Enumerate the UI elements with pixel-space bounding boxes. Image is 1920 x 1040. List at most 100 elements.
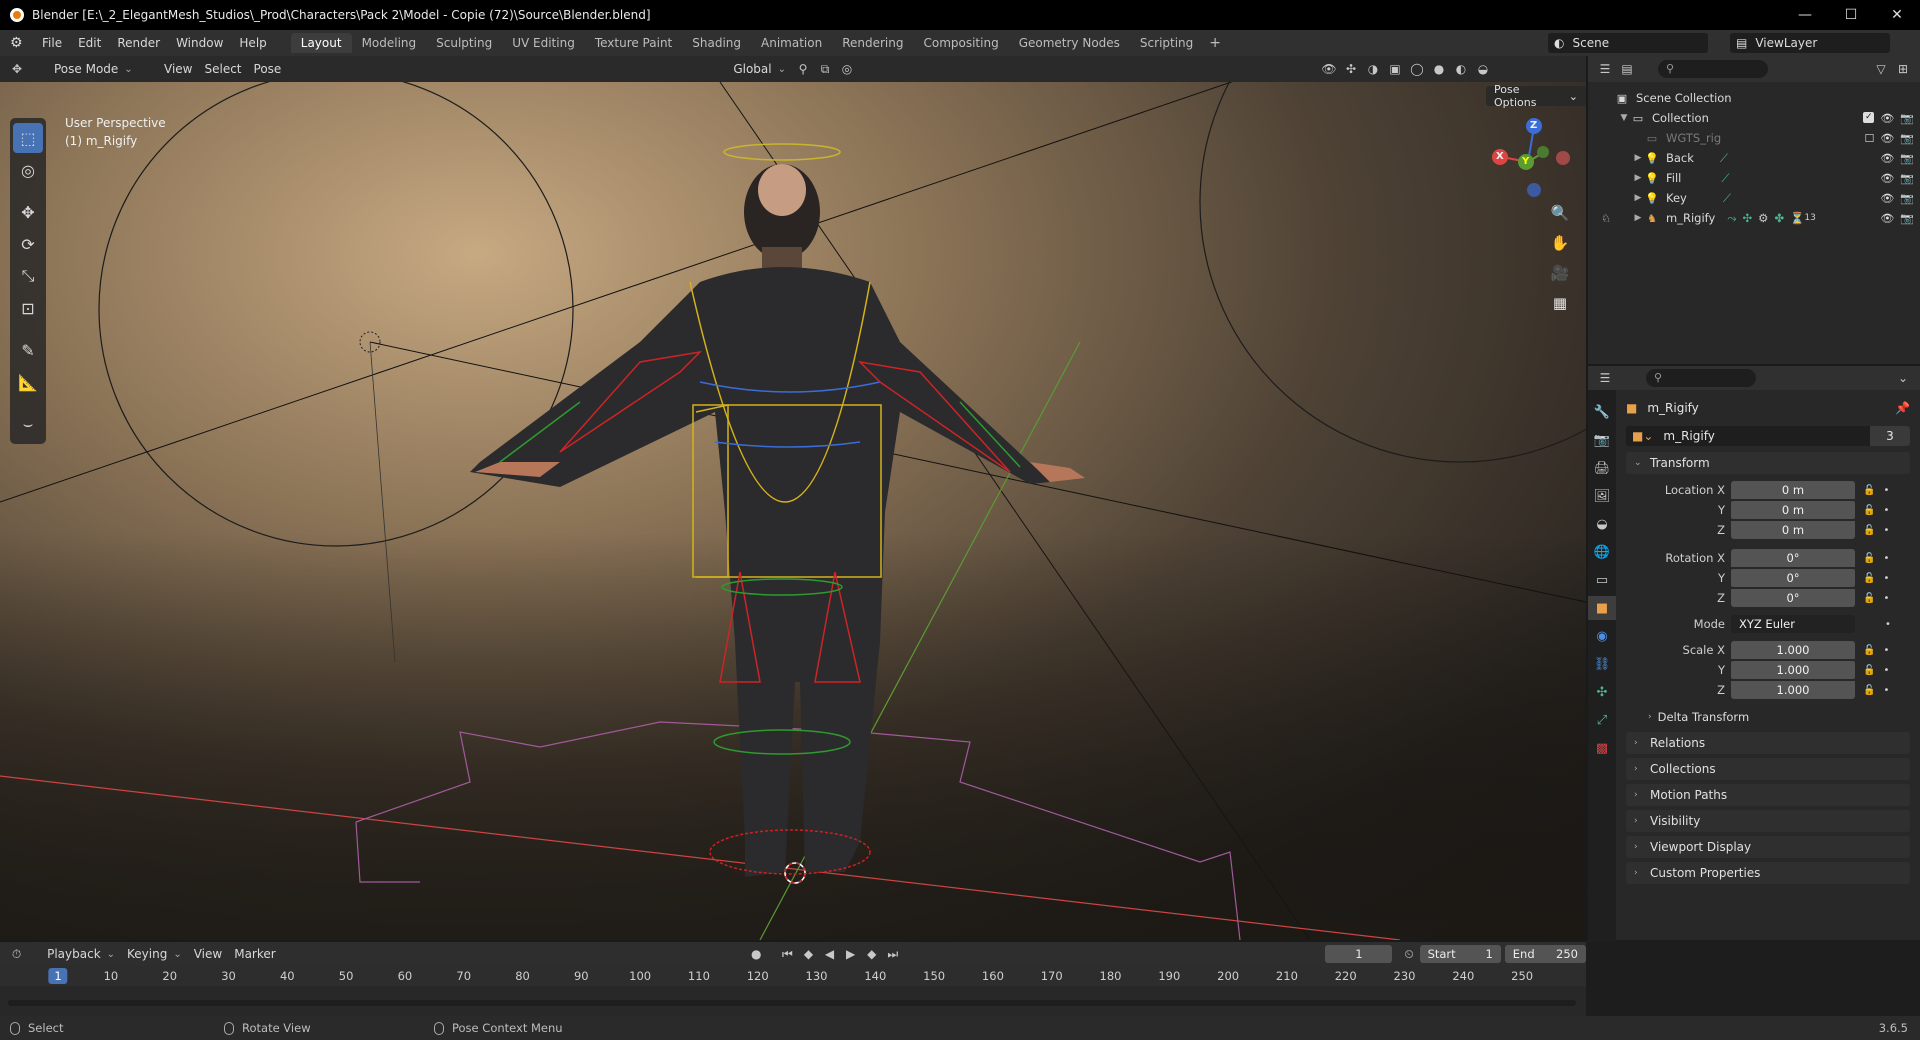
keyframe-dot-icon[interactable]: • [1883, 665, 1889, 676]
expand-triangle-icon[interactable]: ▼ [1618, 113, 1630, 123]
play-icon[interactable]: ▶ [840, 944, 861, 964]
camera-icon[interactable]: 📷 [1900, 192, 1914, 205]
scale-y-field[interactable]: 1.000 [1731, 661, 1855, 679]
lock-icon[interactable]: 🔓 [1863, 485, 1875, 496]
lock-icon[interactable]: 🔓 [1863, 553, 1875, 564]
texture-tab-icon[interactable]: ▩ [1588, 736, 1616, 760]
bone-tab-icon[interactable]: ⤢ [1588, 708, 1616, 732]
visibility-panel-header[interactable]: › Visibility [1626, 810, 1910, 832]
outliner-collection[interactable]: ▼ ▭ Collection ✓ 👁 📷 [1588, 108, 1920, 128]
keyframe-dot-icon[interactable]: • [1883, 645, 1889, 656]
relax-pose-tool-icon[interactable]: ⌣ [13, 409, 43, 439]
maximize-button[interactable]: ☐ [1828, 0, 1874, 30]
eye-icon[interactable]: 👁 [1880, 212, 1894, 225]
delta-transform-header[interactable]: › Delta Transform [1626, 706, 1910, 728]
menu-pose[interactable]: Pose [248, 59, 288, 79]
camera-icon[interactable]: 📷 [1900, 212, 1914, 225]
tab-scripting[interactable]: Scripting [1130, 33, 1203, 53]
move-tool-icon[interactable]: ✥ [13, 197, 43, 227]
keyframe-dot-icon[interactable]: • [1883, 573, 1889, 584]
checkbox-icon[interactable]: ✓ [1863, 111, 1875, 123]
menu-render[interactable]: Render [109, 36, 168, 50]
play-reverse-icon[interactable]: ◀ [819, 944, 840, 964]
menu-timeline-view[interactable]: View [188, 944, 228, 964]
collection-tab-icon[interactable]: ▭ [1588, 568, 1616, 592]
display-mode-icon[interactable]: ▤ [1616, 59, 1638, 79]
tab-modeling[interactable]: Modeling [352, 33, 427, 53]
chevron-down-icon[interactable]: ⌄ [1892, 368, 1914, 388]
menu-help[interactable]: Help [231, 36, 274, 50]
frame-ruler[interactable]: 1 10 20 30 40 50 60 70 80 90 100 110 120 130 140 150 16… [0, 966, 1586, 986]
new-collection-icon[interactable]: ⊞ [1892, 59, 1914, 79]
jump-keyframe-back-icon[interactable]: ◆ [798, 944, 819, 964]
object-datablock-field[interactable]: ■⌄ m_Rigify 3 [1626, 426, 1910, 446]
properties-search-input[interactable]: ⚲ [1646, 369, 1756, 387]
tab-uv-editing[interactable]: UV Editing [502, 33, 585, 53]
keyframe-dot-icon[interactable]: • [1883, 485, 1889, 496]
proportional-edit-icon[interactable]: ◎ [836, 59, 858, 79]
annotate-tool-icon[interactable]: ✎ [13, 335, 43, 365]
material-shading-icon[interactable]: ◐ [1450, 59, 1472, 79]
view-layer-selector[interactable]: ▤ ViewLayer [1730, 33, 1890, 53]
close-button[interactable]: ✕ [1874, 0, 1920, 30]
rendered-shading-icon[interactable]: ◒ [1472, 59, 1494, 79]
keyframe-dot-icon[interactable]: • [1883, 685, 1889, 696]
tab-compositing[interactable]: Compositing [913, 33, 1008, 53]
custom-properties-panel-header[interactable]: › Custom Properties [1626, 862, 1910, 884]
output-tab-icon[interactable]: 🖨 [1588, 456, 1616, 480]
zoom-icon[interactable]: 🔍 [1547, 200, 1573, 226]
keyframe-dot-icon[interactable]: • [1883, 505, 1889, 516]
measure-tool-icon[interactable]: 📐 [13, 367, 43, 397]
lock-icon[interactable]: 🔓 [1863, 665, 1875, 676]
jump-start-icon[interactable]: ⏮ [777, 944, 798, 964]
location-z-field[interactable]: 0 m [1731, 521, 1855, 539]
lock-icon[interactable]: 🔓 [1863, 573, 1875, 584]
clock-icon[interactable]: ⏲ [1398, 944, 1419, 964]
physics-tab-icon[interactable]: ◉ [1588, 624, 1616, 648]
menu-file[interactable]: File [34, 36, 70, 50]
tab-texture-paint[interactable]: Texture Paint [585, 33, 682, 53]
menu-keying[interactable]: Keying [121, 944, 188, 964]
mode-selector[interactable]: Pose Mode [48, 59, 148, 79]
gizmo-neg-z-icon[interactable] [1527, 183, 1541, 197]
transform-orientation-selector[interactable]: Global [727, 59, 792, 79]
gizmo-icon[interactable]: ✣ [1340, 59, 1362, 79]
checkbox-empty-icon[interactable]: ☐ [1864, 132, 1874, 145]
menu-view[interactable]: View [158, 59, 198, 79]
jump-end-icon[interactable]: ⏭ [882, 944, 903, 964]
scale-x-field[interactable]: 1.000 [1731, 641, 1855, 659]
scale-tool-icon[interactable]: ⤡ [13, 261, 43, 291]
camera-icon[interactable]: 📷 [1900, 132, 1914, 145]
location-y-field[interactable]: 0 m [1731, 501, 1855, 519]
current-frame-field[interactable]: 1 [1325, 945, 1393, 963]
pose-options-button[interactable]: Pose Options ⌄ [1486, 83, 1586, 109]
keyframe-dot-icon[interactable]: • [1885, 619, 1891, 630]
eye-icon[interactable]: 👁 [1880, 152, 1894, 165]
timeline-editor-icon[interactable]: ⏱ [6, 944, 27, 964]
object-tab-icon[interactable]: ■ [1588, 596, 1616, 620]
rotation-mode-select[interactable]: XYZ Euler [1731, 615, 1855, 633]
camera-view-icon[interactable]: 🎥 [1547, 260, 1573, 286]
expand-triangle-icon[interactable]: ▶ [1632, 173, 1644, 183]
lock-icon[interactable]: 🔓 [1863, 505, 1875, 516]
eye-icon[interactable]: 👁 [1880, 192, 1894, 205]
camera-icon[interactable]: 📷 [1900, 172, 1914, 185]
eye-icon[interactable]: 👁 [1880, 112, 1894, 125]
solid-shading-icon[interactable]: ● [1428, 59, 1450, 79]
filter-icon[interactable]: ▽ [1870, 59, 1892, 79]
menu-edit[interactable]: Edit [70, 36, 109, 50]
outliner-scene-collection[interactable]: ▣ Scene Collection [1588, 88, 1920, 108]
eye-icon[interactable]: 👁 [1880, 172, 1894, 185]
keyframe-dot-icon[interactable]: • [1883, 593, 1889, 604]
lock-icon[interactable]: 🔓 [1863, 525, 1875, 536]
outliner-editor-icon[interactable]: ☰ [1594, 59, 1616, 79]
tab-rendering[interactable]: Rendering [832, 33, 913, 53]
outliner-search-input[interactable]: ⚲ [1658, 60, 1768, 78]
pan-hand-icon[interactable]: ✋ [1547, 230, 1573, 256]
start-frame-field[interactable]: Start 1 [1419, 945, 1501, 963]
keyframe-dot-icon[interactable]: • [1883, 553, 1889, 564]
overlay-icon[interactable]: ◑ [1362, 59, 1384, 79]
outliner-item-rigify[interactable]: ♘ ▶ ♞ m_Rigify ⤳ ✣ ⚙ ✤ ⏳ 13 👁 📷 [1588, 208, 1920, 228]
editor-type-icon[interactable]: ✥ [6, 59, 28, 79]
motion-paths-panel-header[interactable]: › Motion Paths [1626, 784, 1910, 806]
